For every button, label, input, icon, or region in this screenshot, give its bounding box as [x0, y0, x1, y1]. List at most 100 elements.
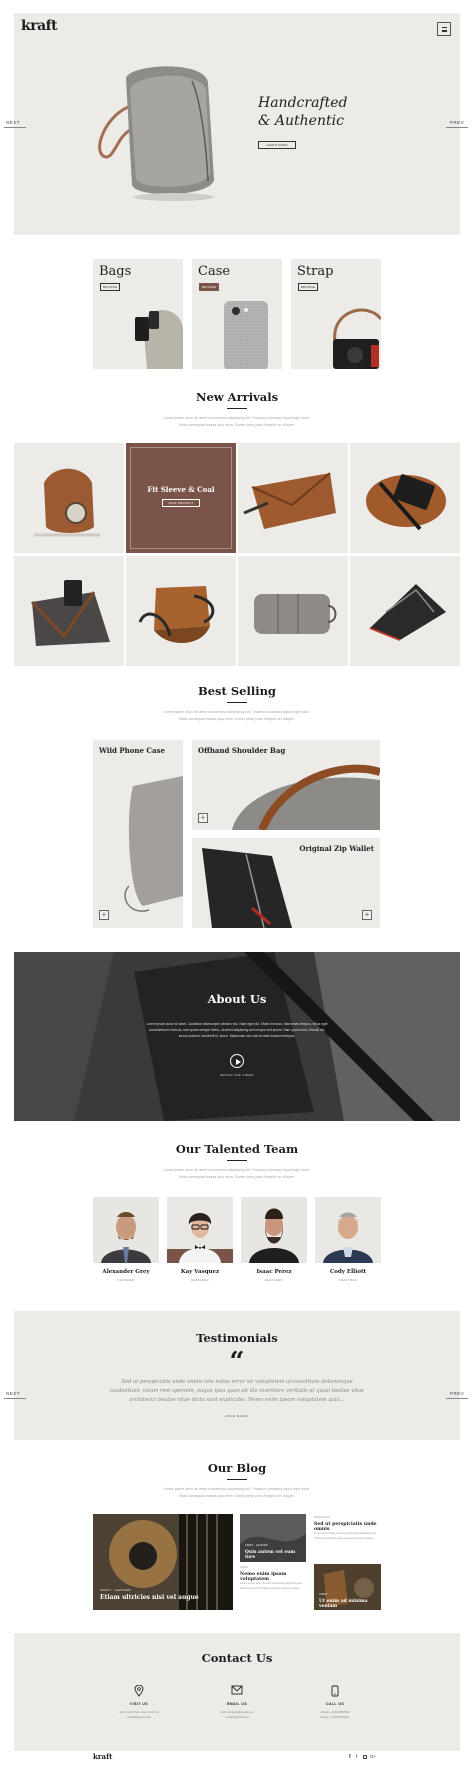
learn-more-button[interactable]: LEARN MORE: [258, 141, 296, 149]
testimonials-title: Testimonials: [196, 1331, 278, 1345]
blog-post-excerpt: Vivamus commodo ligula eget dolor aenean…: [240, 1587, 300, 1590]
product-tile[interactable]: [350, 556, 460, 666]
team-member-card[interactable]: Alexander Grey FOUNDER: [93, 1197, 159, 1293]
testimonial-author: ANNA MARIA: [225, 1414, 249, 1418]
menu-button[interactable]: [437, 22, 451, 36]
footer-logo[interactable]: kraft: [93, 1752, 112, 1761]
testimonial-prev-rule: [446, 1398, 468, 1399]
twitter-icon[interactable]: t: [356, 1754, 357, 1760]
hero-prev-label[interactable]: PREV: [450, 120, 464, 125]
blog-post-title: Ut enim ad minima veniam: [319, 1599, 368, 1609]
play-video-button[interactable]: [230, 1054, 244, 1068]
blog-post-featured[interactable]: CRAFT · LEATHER Etiam ultricies nisi vel…: [93, 1514, 233, 1610]
blog-subtitle: Nulla consequat massa quis enim. Donec p…: [179, 1494, 295, 1498]
instagram-icon[interactable]: [363, 1755, 367, 1759]
product-tile[interactable]: [14, 556, 124, 666]
team-subtitle: Lorem ipsum dolor sit amet consectetur a…: [163, 1168, 311, 1172]
team-member-role: FOUNDER: [117, 1278, 135, 1282]
product-image: [30, 580, 110, 646]
about-text: Lorem ipsum dolor sit amet. Curabitur ul…: [146, 1022, 328, 1026]
view-product-button[interactable]: VIEW PRODUCT: [162, 499, 200, 507]
product-tile[interactable]: [126, 556, 236, 666]
new-arrivals-title: New Arrivals: [195, 390, 279, 404]
blog-post-title[interactable]: Etiam ultricies nisi vel augue: [100, 1594, 199, 1601]
contact-line: US Washington DC: [126, 1715, 152, 1719]
best-seller-offhand-shoulder-bag[interactable]: Offhand Shoulder Bag +: [192, 740, 380, 830]
team-member-name: Kay Vasquez: [180, 1269, 220, 1275]
team-member-card[interactable]: Isaac Perez DESIGNER: [241, 1197, 307, 1293]
contact-email[interactable]: contact@kraft.com: [192, 1715, 282, 1719]
blog-post-card[interactable]: CRAFT · LEATHER Quis autem vel eum iure: [240, 1514, 306, 1562]
testimonial-quote: architecto beatae vitae dicta sunt expli…: [129, 1397, 345, 1403]
category-title: Case: [198, 264, 231, 279]
team-member-card[interactable]: f t i Kay Vasquez DESIGNER: [167, 1197, 233, 1293]
product-tile[interactable]: [238, 443, 348, 553]
testimonial-quote: Sed ut perspiciatis unde omnis iste natu…: [121, 1379, 353, 1385]
blog-post-tag: CRAFT: [319, 1593, 328, 1596]
product-image: [138, 586, 215, 644]
add-button[interactable]: +: [362, 910, 372, 920]
blog-post-tag: CRAFT · LEATHER: [245, 1544, 268, 1547]
product-tile[interactable]: [238, 556, 348, 666]
product-tile[interactable]: [14, 443, 124, 553]
category-bags[interactable]: Bags BROWSE: [93, 259, 183, 369]
social-icons[interactable]: f t i: [189, 1252, 211, 1258]
about-title: About Us: [207, 992, 267, 1006]
team-member-card[interactable]: Cody Elliott CRAFTMAN: [315, 1197, 381, 1293]
best-selling-title: Best Selling: [198, 684, 276, 698]
browse-button[interactable]: BROWSE: [298, 283, 319, 291]
testimonials-section: Testimonials “ Sed ut perspiciatis unde …: [14, 1311, 460, 1440]
contact-line: Phone: +1(987)654321: [320, 1715, 350, 1719]
featured-product-title: Fit Sleeve & Coal: [147, 485, 215, 494]
add-button[interactable]: +: [198, 813, 208, 823]
blog-post-card[interactable]: WORKSHOP Sed ut perspiciatis unde omnis …: [314, 1514, 381, 1562]
team-photo: [93, 1197, 159, 1263]
google-plus-icon[interactable]: G+: [370, 1754, 376, 1759]
blog-post-card[interactable]: CRAFT Ut enim ad minima veniam: [314, 1564, 381, 1610]
blog-post-card[interactable]: CRAFT Nemo enim ipsam voluptatem Lorem i…: [240, 1564, 306, 1610]
browse-button[interactable]: BROWSE: [199, 283, 220, 291]
envelope-icon: [231, 1685, 243, 1695]
case-image: [224, 301, 268, 369]
hero-bag-image: [96, 59, 230, 209]
product-image: [34, 468, 100, 537]
contact-section: Contact Us VISIT US 321 Lincoln Park, Ne…: [14, 1633, 460, 1751]
watch-video-label[interactable]: WATCH THE VIDEO: [14, 1073, 460, 1077]
best-seller-original-zip-wallet[interactable]: Original Zip Wallet +: [192, 838, 380, 928]
product-name: Wild Phone Case: [99, 746, 165, 755]
phone-icon: [331, 1685, 339, 1697]
product-tile[interactable]: [350, 443, 460, 553]
about-text: luctus pulvinar, hendrerit id, lorem. Ma…: [178, 1034, 296, 1038]
contact-email[interactable]: kraft.company@gmail.com: [192, 1710, 282, 1714]
category-strap[interactable]: Strap BROWSE: [291, 259, 381, 369]
hero-title-line2: & Authentic: [258, 113, 344, 129]
best-seller-wild-phone-case[interactable]: Wild Phone Case +: [93, 740, 183, 928]
testimonial-prev-label[interactable]: PREV: [450, 1391, 464, 1396]
category-case[interactable]: Case BROWSE: [192, 259, 282, 369]
browse-button[interactable]: BROWSE: [100, 283, 121, 291]
logo[interactable]: kraft: [21, 18, 58, 34]
facebook-icon[interactable]: f: [349, 1754, 351, 1760]
product-image: [254, 594, 337, 634]
team-member-name: Cody Elliott: [329, 1269, 367, 1275]
team-photo: [315, 1197, 381, 1263]
blog-post-title: Nemo enim ipsam voluptatem: [240, 1572, 287, 1582]
product-name: Original Zip Wallet: [299, 844, 374, 853]
play-icon: [236, 1058, 241, 1065]
quote-icon: “: [229, 1347, 245, 1377]
blog-post-title: Quis autem vel eum iure: [245, 1550, 296, 1560]
add-button[interactable]: +: [99, 910, 109, 920]
testimonial-next-label[interactable]: NEXT: [6, 1391, 20, 1396]
new-arrivals-subtitle: Nulla consequat massa quis enim. Donec p…: [179, 423, 295, 427]
hero-next-label[interactable]: NEXT: [6, 120, 20, 125]
contact-title: Contact Us: [201, 1651, 273, 1665]
product-image: [243, 472, 336, 529]
team-photo: [241, 1197, 307, 1263]
section-rule: [227, 702, 247, 703]
hero-prev-rule: [446, 127, 468, 128]
blog-post-tag: CRAFT · LEATHER: [100, 1588, 131, 1592]
featured-product-tile[interactable]: Fit Sleeve & Coal VIEW PRODUCT: [126, 443, 236, 553]
section-rule: [227, 1479, 247, 1480]
team-member-name: Isaac Perez: [256, 1269, 292, 1275]
featured-frame: [130, 447, 232, 549]
